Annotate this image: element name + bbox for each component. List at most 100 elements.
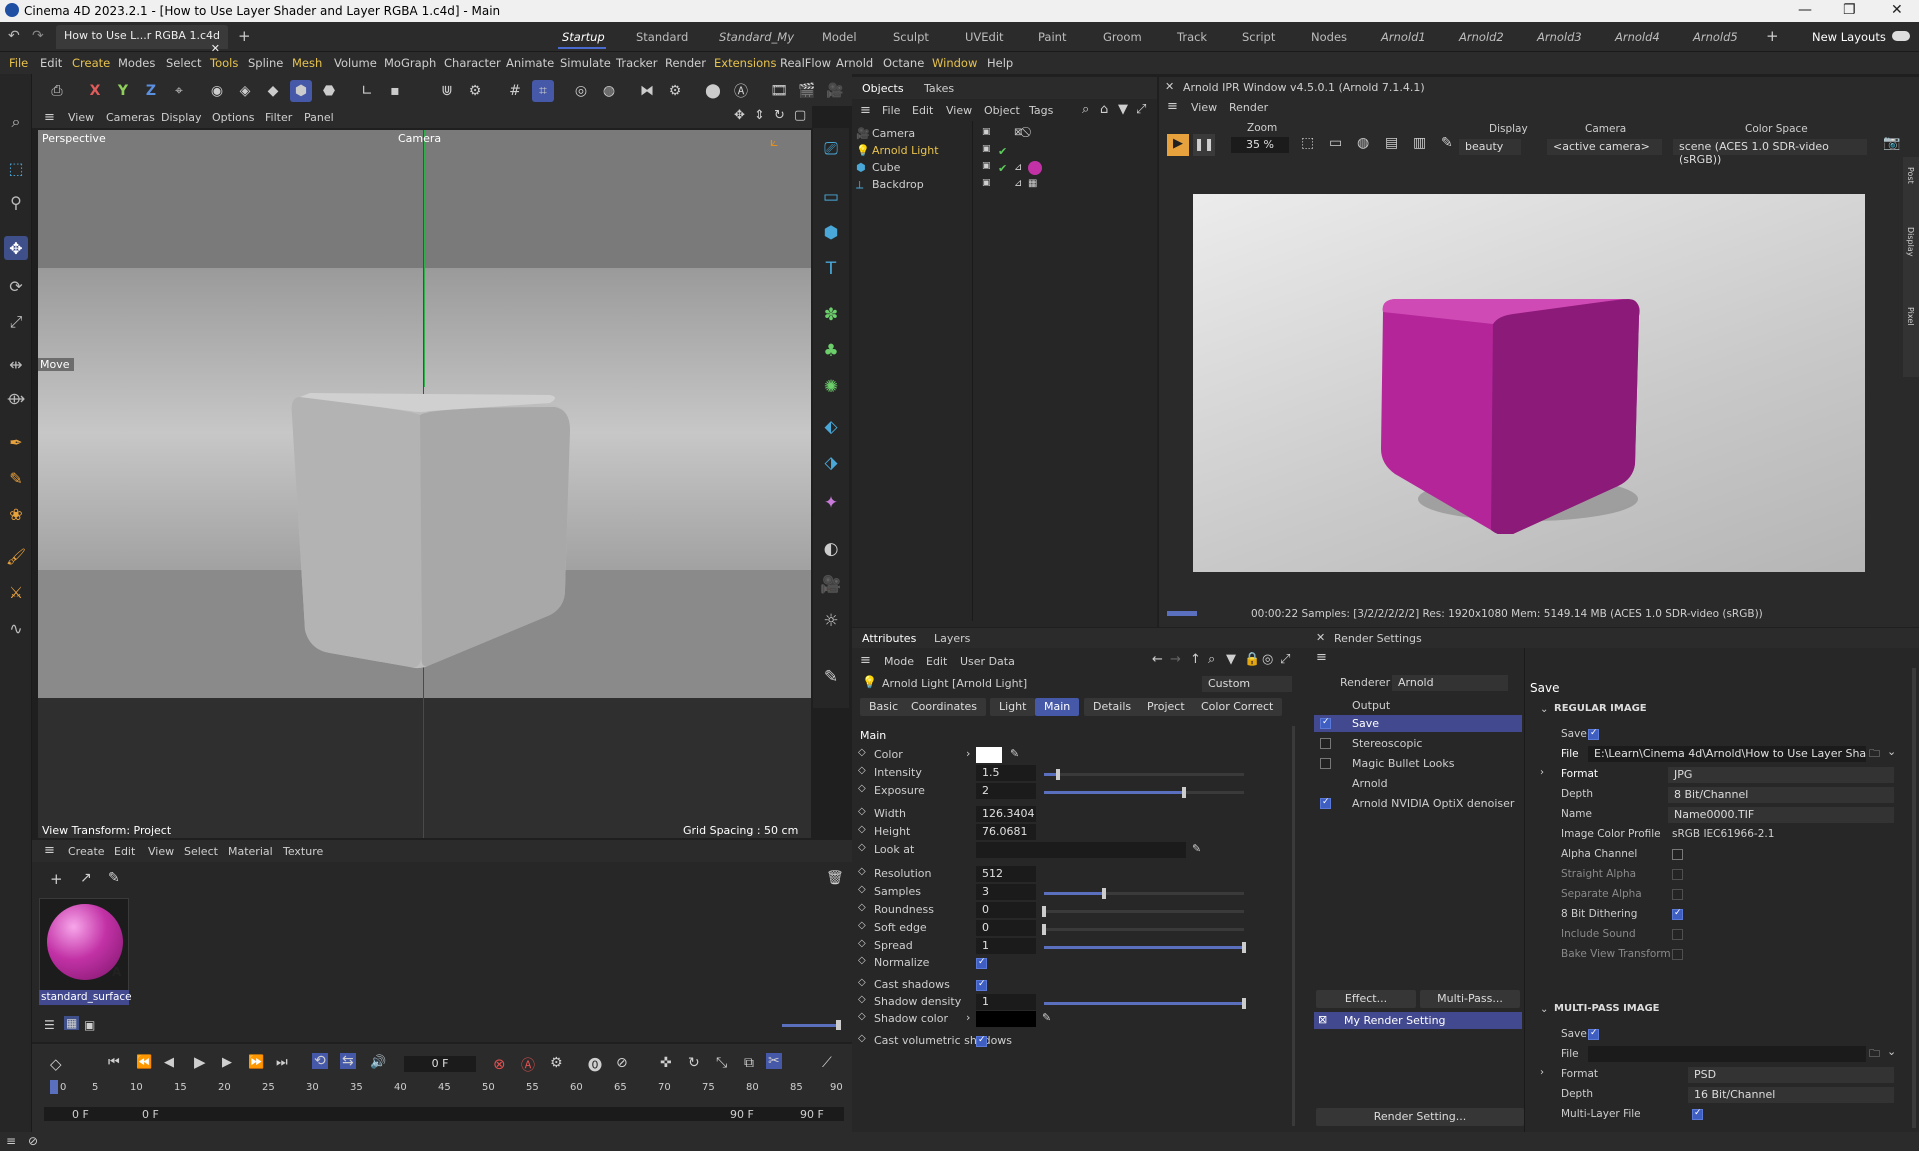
color-swatch[interactable] bbox=[976, 747, 1002, 763]
objects-menu-tags[interactable]: Tags bbox=[1029, 104, 1053, 117]
layout-track[interactable]: Track bbox=[1177, 30, 1207, 44]
param-value-field[interactable]: 0 bbox=[976, 920, 1036, 936]
objects-filter-icon[interactable]: ▼ bbox=[1118, 102, 1128, 117]
ipr-crop-icon[interactable]: ⬚ bbox=[1301, 135, 1314, 151]
mograph-icon[interactable]: ♣ bbox=[818, 338, 844, 364]
look-at-link-field[interactable] bbox=[976, 842, 1186, 858]
effect-button[interactable]: Effect... bbox=[1316, 990, 1416, 1008]
brush-icon[interactable]: 🖌 bbox=[4, 544, 28, 568]
keyframe-diamond-icon[interactable]: ◇ bbox=[858, 866, 866, 877]
attr-scrollbar[interactable] bbox=[1292, 726, 1295, 1126]
preview-end-field[interactable]: 90 F bbox=[730, 1108, 754, 1121]
include-sound-checkbox[interactable] bbox=[1672, 929, 1683, 940]
play-icon[interactable]: ▶ bbox=[194, 1053, 206, 1071]
light-icon[interactable]: ☼ bbox=[818, 608, 844, 634]
range-bar[interactable] bbox=[44, 1107, 844, 1121]
range-end-field[interactable]: 90 F bbox=[800, 1108, 824, 1121]
layout-standard-my[interactable]: Standard_My bbox=[719, 30, 794, 44]
transform-icon[interactable]: ⇹ bbox=[4, 352, 28, 376]
menu-mesh[interactable]: Mesh bbox=[292, 56, 322, 70]
rs-hamburger-icon[interactable]: ≡ bbox=[1316, 650, 1327, 665]
layout-arnold2[interactable]: Arnold2 bbox=[1459, 30, 1504, 44]
param-slider[interactable] bbox=[1042, 906, 1244, 917]
deformer-icon[interactable]: ⬖ bbox=[818, 414, 844, 440]
param-slider-knob[interactable] bbox=[1242, 942, 1246, 953]
trash-icon[interactable]: 🗑 bbox=[826, 870, 844, 886]
cube-object-icon[interactable]: ⬢ bbox=[818, 220, 844, 246]
material-menu-edit[interactable]: Edit bbox=[114, 845, 135, 858]
model-mode-icon[interactable]: ⬢ bbox=[290, 80, 312, 102]
rs-scrollbar[interactable] bbox=[1912, 668, 1916, 1128]
multipass-button[interactable]: Multi-Pass... bbox=[1420, 990, 1520, 1008]
environment-icon[interactable]: ◐ bbox=[818, 536, 844, 562]
key-rotation-icon[interactable]: ⊘ bbox=[616, 1055, 628, 1071]
depth-dropdown[interactable]: 8 Bit/Channel bbox=[1668, 787, 1894, 803]
side-tab-display[interactable]: Display bbox=[1906, 227, 1915, 257]
current-frame-field[interactable]: 0 F bbox=[404, 1056, 476, 1072]
spline-object-icon[interactable]: ✦ bbox=[818, 490, 844, 516]
expand-arrow-icon[interactable]: › bbox=[966, 1011, 970, 1024]
soft-selection-icon[interactable]: ◍ bbox=[598, 80, 620, 102]
rs-item-save[interactable]: Save bbox=[1352, 717, 1379, 730]
menu-select[interactable]: Select bbox=[166, 56, 201, 70]
rs-save-checkbox[interactable] bbox=[1320, 717, 1331, 729]
loop-icon[interactable]: ⟲ bbox=[312, 1053, 328, 1069]
expand-format-icon[interactable]: › bbox=[1540, 1067, 1544, 1078]
material-menu-create[interactable]: Create bbox=[68, 845, 105, 858]
objects-menu-view[interactable]: View bbox=[946, 104, 972, 117]
menu-extensions[interactable]: Extensions bbox=[714, 56, 776, 70]
param-value-field[interactable]: 512 bbox=[976, 866, 1036, 882]
param-slider[interactable] bbox=[1044, 787, 1244, 798]
param-slider-knob[interactable] bbox=[1042, 924, 1046, 935]
rs-optix-checkbox[interactable] bbox=[1320, 797, 1331, 809]
edges-mode-icon[interactable]: ◈ bbox=[234, 80, 256, 102]
ipr-play-icon[interactable]: ▶ bbox=[1167, 134, 1189, 156]
viewport-menu-cameras[interactable]: Cameras bbox=[106, 111, 155, 124]
ipr-region-icon[interactable]: ▭ bbox=[1329, 135, 1342, 151]
layout-arnold5[interactable]: Arnold5 bbox=[1693, 30, 1738, 44]
attr-search-icon[interactable]: ⌕ bbox=[1208, 652, 1215, 667]
layout-arnold4[interactable]: Arnold4 bbox=[1615, 30, 1660, 44]
spline-sketch-icon[interactable]: ✎ bbox=[4, 466, 28, 490]
mp-depth-dropdown[interactable]: 16 Bit/Channel bbox=[1688, 1087, 1894, 1103]
keyframe-diamond-icon[interactable]: ◇ bbox=[858, 938, 866, 949]
add-material-icon[interactable]: + bbox=[50, 870, 63, 888]
new-layouts-button[interactable]: New Layouts bbox=[1812, 30, 1886, 44]
folder-icon[interactable]: 🗀 bbox=[1869, 745, 1880, 764]
attr-tab-project[interactable]: Project bbox=[1138, 698, 1194, 716]
document-tab[interactable]: How to Use L...r RGBA 1.c4d ✕ bbox=[56, 25, 228, 55]
param-value-field[interactable]: 1.5 bbox=[976, 765, 1036, 781]
ipr-close-icon[interactable]: ✕ bbox=[1165, 80, 1174, 93]
rs-item-arnold[interactable]: Arnold bbox=[1352, 777, 1388, 790]
name-dropdown[interactable]: Name0000.TIF bbox=[1668, 807, 1894, 823]
color-profile-value[interactable]: sRGB IEC61966-2.1 bbox=[1672, 828, 1774, 840]
layout-script[interactable]: Script bbox=[1242, 30, 1275, 44]
viewport-menu-panel[interactable]: Panel bbox=[304, 111, 334, 124]
param-slider-knob[interactable] bbox=[1242, 998, 1246, 1009]
attr-tab-details[interactable]: Details bbox=[1084, 698, 1141, 716]
color-swatch[interactable] bbox=[976, 1011, 1036, 1027]
menu-realflow[interactable]: RealFlow bbox=[780, 56, 831, 70]
menu-create[interactable]: Create bbox=[72, 56, 110, 70]
viewport-rotate-icon[interactable]: ↻ bbox=[774, 108, 785, 123]
param-value-field[interactable]: 3 bbox=[976, 884, 1036, 900]
menu-render[interactable]: Render bbox=[665, 56, 706, 70]
multi-layer-checkbox[interactable] bbox=[1692, 1108, 1703, 1120]
keyframe-icon[interactable]: ◇ bbox=[50, 1055, 62, 1073]
ipr-snapshot-icon[interactable]: ▥ bbox=[1413, 135, 1426, 151]
rs-item-stereoscopic[interactable]: Stereoscopic bbox=[1352, 737, 1422, 750]
param-slider[interactable] bbox=[1044, 942, 1246, 953]
mp-save-checkbox[interactable] bbox=[1588, 1028, 1599, 1040]
tab-takes[interactable]: Takes bbox=[924, 82, 954, 95]
back-arrow-icon[interactable]: ← bbox=[1152, 652, 1163, 667]
viewport-menu-options[interactable]: Options bbox=[212, 111, 254, 124]
color-picker-icon[interactable]: ✎ bbox=[1042, 1011, 1051, 1024]
param-checkbox[interactable] bbox=[976, 979, 987, 991]
autokey-icon[interactable]: Ⓐ bbox=[521, 1055, 535, 1075]
ipr-globe-icon[interactable]: ◍ bbox=[1357, 135, 1369, 151]
rs-stereoscopic-checkbox[interactable] bbox=[1320, 738, 1331, 749]
camera-object-icon[interactable]: ⎚ bbox=[818, 136, 844, 162]
layout-startup[interactable]: Startup bbox=[562, 30, 605, 44]
layout-standard[interactable]: Standard bbox=[636, 30, 688, 44]
viewport-camera-label[interactable]: Camera bbox=[398, 132, 441, 145]
